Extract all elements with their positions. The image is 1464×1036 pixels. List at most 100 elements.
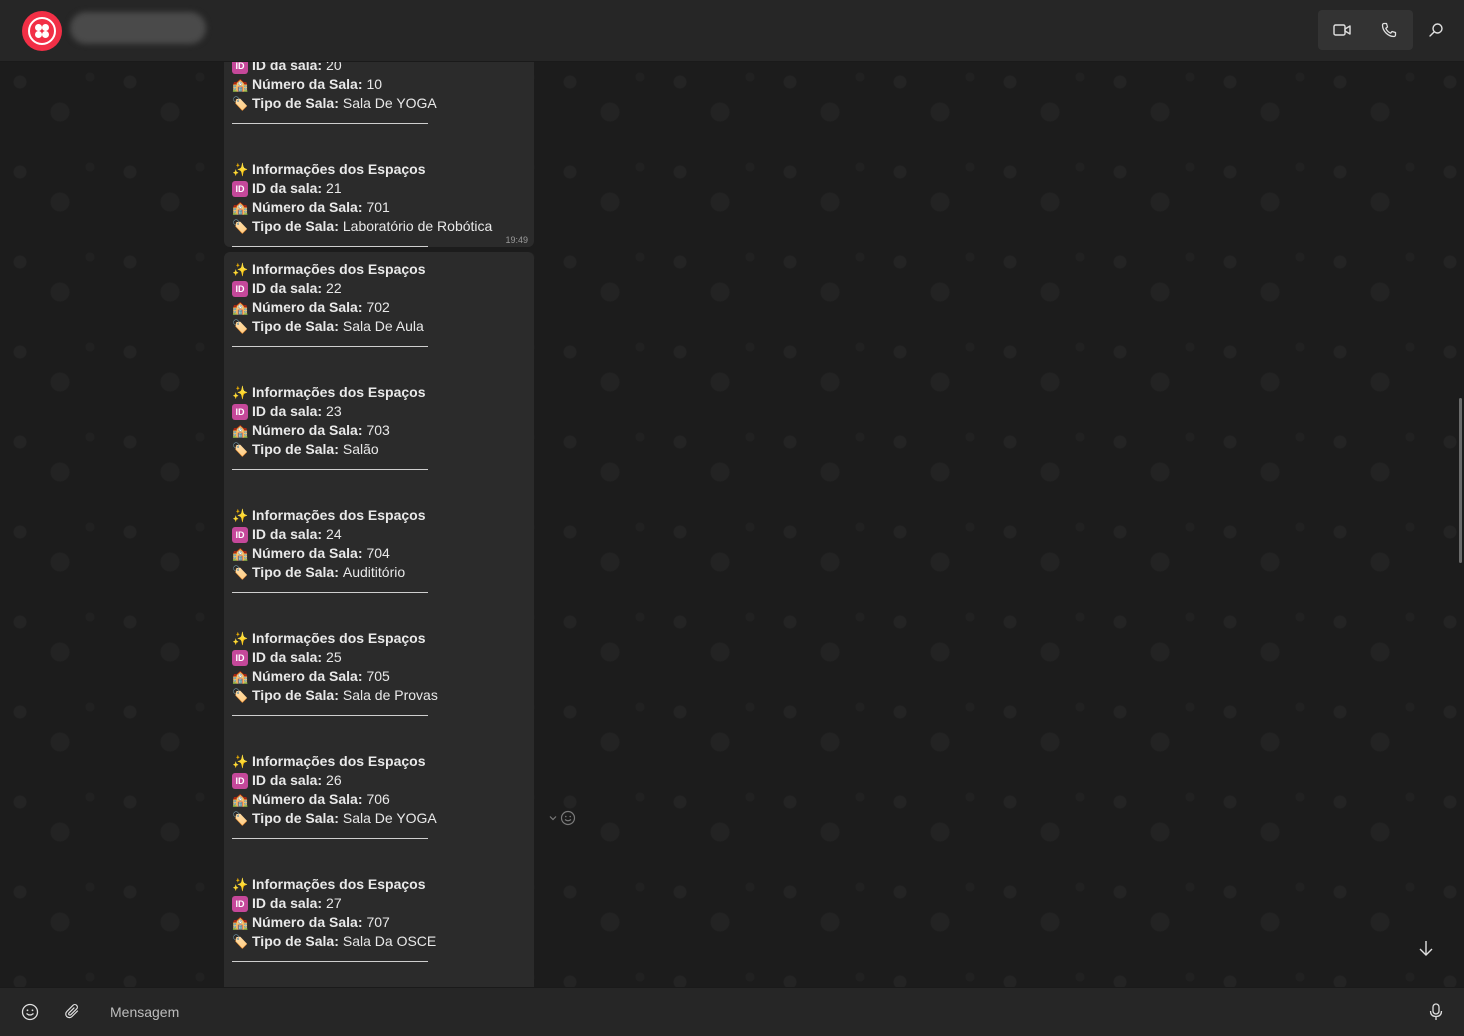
- room-type-value: Salão: [342, 441, 379, 457]
- chevron-down-icon: [549, 816, 557, 821]
- room-number-value: 707: [366, 914, 390, 930]
- room-type-line: 🏷️ Tipo de Sala: Sala De YOGA: [232, 809, 526, 828]
- room-id-line: ID ID da sala: 25: [232, 648, 526, 667]
- entry-title-line: ✨ Informações dos Espaços: [232, 875, 526, 894]
- room-entry-partial: ID ID da sala: 20 🏫 Número da Sala: 10 🏷…: [232, 62, 526, 124]
- entry-gap: [232, 962, 526, 987]
- search-icon: [1429, 23, 1443, 37]
- entry-title: Informações dos Espaços: [252, 753, 426, 769]
- room-id-label: ID da sala:: [252, 180, 323, 196]
- room-number-label: Número da Sala:: [252, 914, 363, 930]
- room-number-value: 10: [366, 76, 383, 92]
- contact-avatar[interactable]: [22, 11, 62, 51]
- entry-title-line: ✨ Informações dos Espaços: [232, 383, 526, 402]
- attach-button[interactable]: [61, 1000, 85, 1024]
- room-type-line: 🏷️ Tipo de Sala: Sala Da OSCE: [232, 932, 526, 951]
- contact-name-redacted[interactable]: [70, 12, 206, 44]
- room-id-value: 20: [326, 62, 342, 73]
- room-type-value: Sala de Provas: [342, 687, 438, 703]
- room-number-value: 702: [366, 299, 390, 315]
- scroll-to-bottom-button[interactable]: [1412, 934, 1440, 962]
- voice-call-button[interactable]: [1365, 10, 1412, 50]
- room-type-label: Tipo de Sala:: [252, 933, 339, 949]
- room-number-label: Número da Sala:: [252, 668, 363, 684]
- id-icon: ID: [232, 649, 248, 666]
- entry-title: Informações dos Espaços: [252, 876, 426, 892]
- message-bubble[interactable]: ✨ Informações dos Espaços ID ID da sala: 22 🏫…: [224, 252, 534, 987]
- room-number-label: Número da Sala:: [252, 299, 363, 315]
- sparkles-icon: ✨: [232, 630, 249, 646]
- school-icon: 🏫: [232, 299, 249, 315]
- sparkles-icon: ✨: [232, 876, 249, 892]
- room-id-value: 26: [326, 772, 342, 788]
- room-id-label: ID da sala:: [252, 62, 323, 73]
- room-type-value: Laboratório de Robótica: [342, 218, 493, 234]
- separator-line: [232, 246, 428, 247]
- room-entry: ✨ Informações dos Espaços ID ID da sala: 27 🏫…: [232, 875, 526, 962]
- entry-title: Informações dos Espaços: [252, 161, 426, 177]
- id-icon: ID: [232, 403, 248, 420]
- tag-icon: 🏷️: [232, 95, 249, 111]
- logo-dot: [42, 31, 49, 38]
- room-type-label: Tipo de Sala:: [252, 441, 339, 457]
- room-type-line: 🏷️ Tipo de Sala: Salão: [232, 440, 526, 459]
- entry-title: Informações dos Espaços: [252, 384, 426, 400]
- message-bubble[interactable]: ID ID da sala: 20 🏫 Número da Sala: 10 🏷…: [224, 62, 534, 247]
- chat-area[interactable]: ID ID da sala: 20 🏫 Número da Sala: 10 🏷…: [0, 62, 1464, 987]
- video-icon: [1332, 24, 1351, 36]
- room-id-line: ID ID da sala: 23: [232, 402, 526, 421]
- room-id-line: ID ID da sala: 21: [232, 179, 526, 198]
- room-id-value: 25: [326, 649, 342, 665]
- logo-dot: [35, 31, 42, 38]
- entry-title-line: ✨ Informações dos Espaços: [232, 260, 526, 279]
- entry-gap: [232, 839, 526, 875]
- room-number-line: 🏫 Número da Sala: 10: [232, 75, 526, 94]
- room-id-label: ID da sala:: [252, 403, 323, 419]
- school-icon: 🏫: [232, 668, 249, 684]
- room-number-label: Número da Sala:: [252, 791, 363, 807]
- room-number-value: 703: [366, 422, 390, 438]
- room-id-label: ID da sala:: [252, 649, 323, 665]
- search-button[interactable]: [1422, 16, 1450, 44]
- room-type-line: 🏷️ Tipo de Sala: Sala de Provas: [232, 686, 526, 705]
- entry-gap: [232, 124, 526, 160]
- id-icon: ID: [232, 180, 248, 197]
- room-type-label: Tipo de Sala:: [252, 564, 339, 580]
- id-icon: ID: [232, 62, 248, 74]
- tag-icon: 🏷️: [232, 564, 249, 580]
- chat-header: [0, 0, 1464, 62]
- message-input[interactable]: [100, 998, 1420, 1026]
- room-number-line: 🏫 Número da Sala: 703: [232, 421, 526, 440]
- tag-icon: 🏷️: [232, 441, 249, 457]
- tag-icon: 🏷️: [232, 318, 249, 334]
- microphone-icon: [1429, 1003, 1443, 1020]
- room-id-label: ID da sala:: [252, 280, 323, 296]
- school-icon: 🏫: [232, 422, 249, 438]
- sparkles-icon: ✨: [232, 753, 249, 769]
- room-type-value: Audititório: [342, 564, 406, 580]
- entry-title-line: ✨ Informações dos Espaços: [232, 160, 526, 179]
- logo-dot: [35, 24, 42, 31]
- bubble-entries: ✨ Informações dos Espaços ID ID da sala: 22 🏫…: [232, 256, 526, 987]
- room-type-line: 🏷️ Tipo de Sala: Laboratório de Robótica: [232, 217, 526, 236]
- video-call-button[interactable]: [1318, 10, 1365, 50]
- room-id-value: 22: [326, 280, 342, 296]
- sparkles-icon: ✨: [232, 261, 249, 277]
- voice-message-button[interactable]: [1424, 1000, 1448, 1024]
- entry-gap: [232, 716, 526, 752]
- app-window: ID ID da sala: 20 🏫 Número da Sala: 10 🏷…: [0, 0, 1464, 1036]
- emoji-button[interactable]: [18, 1000, 42, 1024]
- room-entry: ✨ Informações dos Espaços ID ID da sala: 23 🏫…: [232, 383, 526, 470]
- room-id-value: 21: [326, 180, 342, 196]
- reaction-button[interactable]: [548, 810, 576, 826]
- room-number-label: Número da Sala:: [252, 422, 363, 438]
- chat-scrollbar[interactable]: [1459, 398, 1462, 563]
- room-id-line: ID ID da sala: 24: [232, 525, 526, 544]
- room-type-label: Tipo de Sala:: [252, 95, 339, 111]
- room-type-label: Tipo de Sala:: [252, 218, 339, 234]
- tag-icon: 🏷️: [232, 218, 249, 234]
- message-composer: [0, 987, 1464, 1036]
- room-type-value: Sala De Aula: [342, 318, 424, 334]
- entry-gap: [232, 593, 526, 629]
- call-buttons: [1318, 10, 1413, 50]
